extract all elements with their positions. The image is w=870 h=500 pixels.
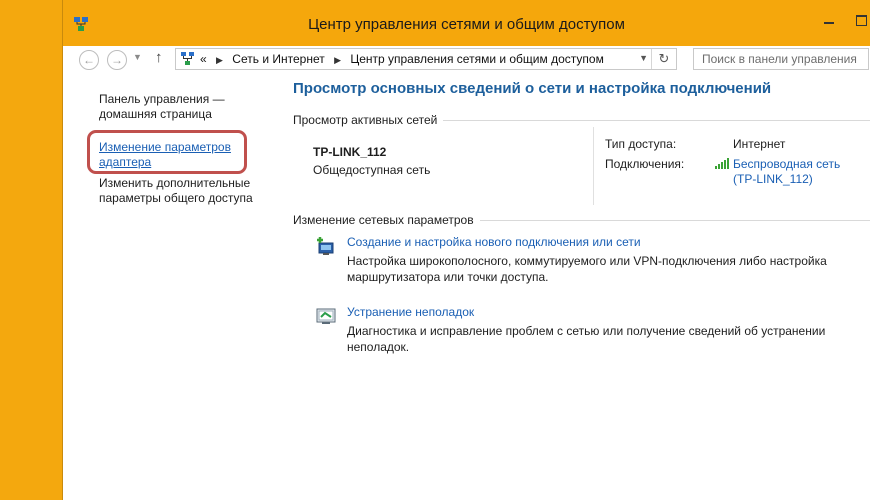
chevron-down-icon: ▼ (133, 52, 142, 62)
address-bar[interactable]: « ▶ Сеть и Интернет ▶ Центр управления с… (175, 48, 677, 70)
window: Центр управления сетями и общим доступом… (62, 0, 870, 500)
sidebar: Панель управления — домашняя страница Из… (99, 92, 279, 218)
title-bar[interactable]: Центр управления сетями и общим доступом (63, 0, 870, 46)
troubleshoot-link[interactable]: Устранение неполадок (347, 305, 474, 319)
back-button[interactable]: ← (79, 50, 99, 70)
divider (479, 219, 870, 221)
maximize-icon (855, 14, 867, 26)
troubleshoot-description: Диагностика и исправление проблем с сеть… (347, 324, 826, 354)
recent-pages-dropdown[interactable]: ▼ (133, 52, 142, 62)
divider (593, 127, 594, 205)
troubleshoot-icon (316, 308, 336, 324)
network-category-link[interactable]: Общедоступная сеть (313, 163, 430, 177)
breadcrumb-separator-icon[interactable]: ▶ (216, 55, 223, 65)
change-settings-header-label: Изменение сетевых параметров (293, 213, 474, 227)
connections-label: Подключения: (605, 157, 685, 171)
task-new-connection: Создание и настройка нового подключения … (293, 227, 870, 293)
window-title: Центр управления сетями и общим доступом (308, 16, 625, 33)
active-networks-header: Просмотр активных сетей (293, 113, 870, 127)
refresh-button[interactable]: ↻ (651, 49, 676, 69)
network-icon (181, 52, 194, 65)
wireless-connection-link[interactable]: Беспроводная сеть (TP-LINK_112) (733, 157, 853, 187)
new-connection-link[interactable]: Создание и настройка нового подключения … (347, 235, 641, 249)
task-troubleshoot: Устранение неполадок Диагностика и испра… (293, 297, 870, 363)
refresh-icon: ↻ (658, 51, 670, 66)
content-area: ← → ▼ ↑ « ▶ Сеть и Интернет ▶ Центр упра… (71, 46, 870, 500)
active-network-card: TP-LINK_112 Общедоступная сеть Тип досту… (293, 127, 870, 205)
forward-button[interactable]: → (107, 50, 127, 70)
breadcrumb-network-internet[interactable]: Сеть и Интернет (232, 52, 324, 66)
minimize-icon (824, 22, 834, 24)
change-adapter-settings-link[interactable]: Изменение параметров адаптера (99, 140, 239, 170)
advanced-sharing-settings-link[interactable]: Изменить дополнительные параметры общего… (99, 176, 279, 206)
access-type-value: Интернет (733, 137, 786, 151)
arrow-right-icon: → (111, 53, 123, 67)
access-type-label: Тип доступа: (605, 137, 677, 151)
search-input[interactable]: Поиск в панели управления (693, 48, 869, 70)
breadcrumb: « ▶ Сеть и Интернет ▶ Центр управления с… (200, 52, 604, 66)
arrow-up-icon: ↑ (155, 49, 163, 66)
page-title: Просмотр основных сведений о сети и наст… (293, 80, 772, 97)
new-connection-icon (317, 237, 334, 255)
arrow-left-icon: ← (83, 53, 95, 67)
navigation-bar: ← → ▼ ↑ « ▶ Сеть и Интернет ▶ Центр упра… (71, 46, 870, 80)
breadcrumb-overflow[interactable]: « (200, 52, 207, 66)
up-button[interactable]: ↑ (155, 49, 163, 66)
breadcrumb-network-center[interactable]: Центр управления сетями и общим доступом (350, 52, 604, 66)
network-name: TP-LINK_112 (313, 145, 387, 159)
minimize-button[interactable] (815, 10, 843, 30)
breadcrumb-separator-icon[interactable]: ▶ (334, 55, 341, 65)
control-panel-home-link[interactable]: Панель управления — домашняя страница (99, 92, 279, 122)
new-connection-description: Настройка широкополосного, коммутируемог… (347, 254, 827, 284)
change-settings-header: Изменение сетевых параметров (293, 213, 870, 227)
address-dropdown-icon[interactable]: ▼ (639, 53, 648, 63)
maximize-button[interactable] (847, 10, 870, 30)
wifi-signal-icon (715, 158, 729, 169)
divider (443, 119, 870, 121)
main-panel: Просмотр основных сведений о сети и наст… (293, 80, 870, 363)
active-networks-header-label: Просмотр активных сетей (293, 113, 438, 127)
